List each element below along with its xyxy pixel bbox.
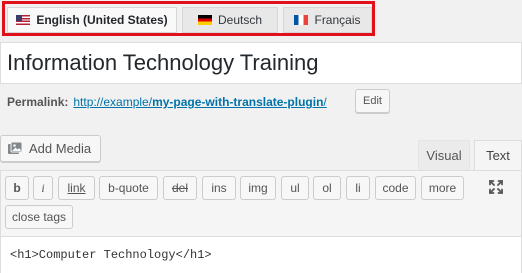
tab-english-label: English (United States) [36,13,168,27]
qt-ins-button[interactable]: ins [202,176,236,200]
qt-more-button[interactable]: more [421,176,464,200]
content-textarea[interactable]: <h1>Computer Technology</h1> [0,236,522,273]
permalink-suffix: / [323,95,327,109]
fullscreen-icon[interactable] [486,177,506,197]
add-media-button[interactable]: Add Media [0,135,101,162]
media-icon [7,141,24,156]
qt-link-button[interactable]: link [58,176,95,200]
qt-del-button[interactable]: del [163,176,197,200]
qt-bold-button[interactable]: b [5,176,29,200]
tab-deutsch[interactable]: Deutsch [182,7,278,33]
tab-text[interactable]: Text [474,140,522,170]
post-title-input[interactable]: Information Technology Training [0,42,522,84]
tab-english[interactable]: English (United States) [7,7,177,33]
permalink-row: Permalink: http://example/my-page-with-t… [7,92,327,112]
qt-close-tags-button[interactable]: close tags [5,205,73,229]
qt-italic-button[interactable]: i [33,176,53,200]
language-switcher: English (United States) Deutsch Français [2,1,375,36]
de-flag-icon [197,15,212,25]
qt-ul-button[interactable]: ul [281,176,309,200]
edit-permalink-button[interactable]: Edit [355,89,390,113]
qt-img-button[interactable]: img [240,176,276,200]
tab-francais[interactable]: Français [283,7,372,33]
permalink-link[interactable]: http://example/my-page-with-translate-pl… [73,95,326,109]
add-media-label: Add Media [29,141,92,156]
tab-visual[interactable]: Visual [418,140,470,170]
tab-deutsch-label: Deutsch [217,13,263,27]
qt-blockquote-button[interactable]: b-quote [99,176,158,200]
qt-code-button[interactable]: code [375,176,416,200]
qt-li-button[interactable]: li [346,176,370,200]
permalink-label: Permalink: [7,95,69,109]
tab-francais-label: Français [314,13,361,27]
qt-ol-button[interactable]: ol [313,176,341,200]
fr-flag-icon [294,15,309,25]
permalink-slug: my-page-with-translate-plugin [152,95,324,109]
permalink-base: http://example/ [73,95,153,109]
us-flag-icon [16,15,31,25]
